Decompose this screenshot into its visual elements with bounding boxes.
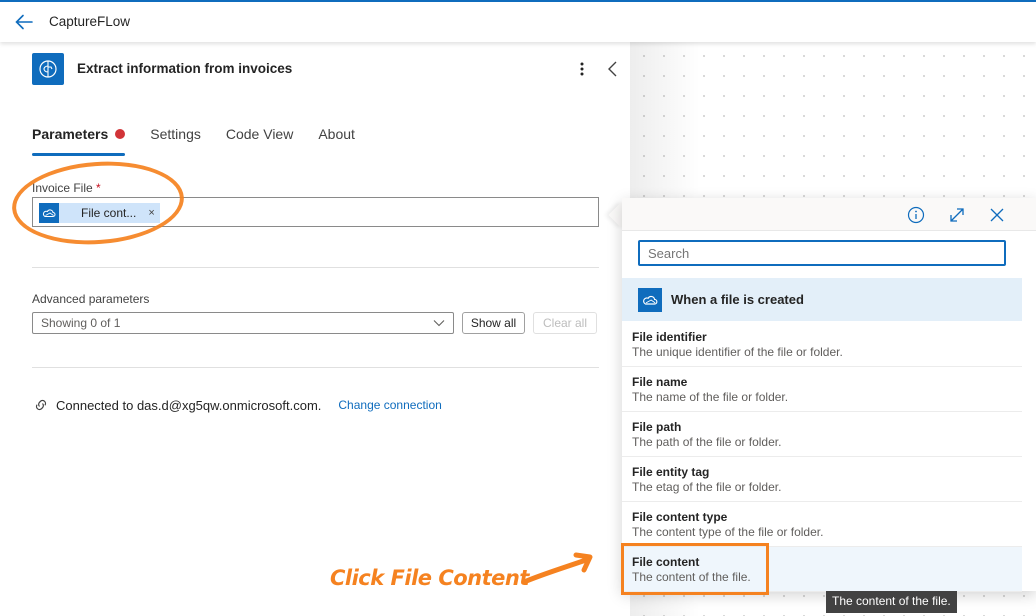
onedrive-icon: [39, 203, 59, 223]
advanced-parameters-label: Advanced parameters: [32, 292, 150, 306]
chevron-down-icon: [433, 320, 445, 327]
annotation-arrow-icon: [521, 552, 593, 585]
invoice-file-label: Invoice File *: [32, 181, 101, 195]
dynamic-content-token[interactable]: File cont... ×: [39, 203, 160, 223]
list-item-file-content-type[interactable]: File content type The content type of th…: [622, 502, 1022, 547]
chevron-left-icon: [608, 61, 617, 77]
required-marker: *: [96, 181, 101, 195]
tab-parameters[interactable]: Parameters: [32, 126, 126, 158]
back-button[interactable]: [13, 11, 35, 33]
list-item-file-name[interactable]: File name The name of the file or folder…: [622, 367, 1022, 412]
error-indicator-dot: [115, 129, 126, 139]
list-item-file-path[interactable]: File path The path of the file or folder…: [622, 412, 1022, 457]
divider: [32, 267, 599, 268]
trigger-group-header[interactable]: When a file is created: [622, 278, 1022, 321]
connection-text: Connected to das.d@xg5qw.onmicrosoft.com…: [56, 397, 322, 413]
list-item-file-entity-tag[interactable]: File entity tag The etag of the file or …: [622, 457, 1022, 502]
item-title: File content: [632, 555, 700, 569]
close-icon: [990, 208, 1004, 222]
change-connection-link[interactable]: Change connection: [338, 398, 441, 412]
tab-label: Code View: [225, 126, 294, 142]
annotation-text: Click File Content: [330, 566, 529, 590]
invoice-file-input[interactable]: File cont... ×: [32, 197, 599, 227]
label-text: Invoice File: [32, 181, 93, 195]
item-description: The etag of the file or folder.: [632, 480, 782, 494]
item-title: File identifier: [632, 330, 707, 344]
tab-label: Settings: [150, 126, 201, 142]
dynamic-content-list: File identifier The unique identifier of…: [622, 322, 1022, 592]
item-title: File path: [632, 420, 682, 434]
more-vertical-icon: [580, 62, 584, 76]
connection-info: Connected to das.d@xg5qw.onmicrosoft.com…: [33, 397, 442, 413]
search-input[interactable]: [638, 240, 1006, 266]
onedrive-icon: [638, 287, 662, 312]
tab-settings[interactable]: Settings: [150, 126, 201, 158]
expand-icon: [950, 208, 964, 222]
item-description: The path of the file or folder.: [632, 435, 782, 449]
tab-code-view[interactable]: Code View: [226, 126, 293, 158]
item-description: The name of the file or folder.: [632, 390, 789, 404]
tooltip: The content of the file.: [826, 591, 957, 613]
action-details-panel: Extract information from invoices Parame…: [0, 42, 630, 616]
collapse-panel-button[interactable]: [604, 59, 622, 79]
popup-header: [622, 198, 1036, 231]
info-button[interactable]: [906, 205, 926, 225]
list-item-file-identifier[interactable]: File identifier The unique identifier of…: [622, 322, 1022, 367]
token-label: File cont...: [81, 206, 137, 220]
item-title: File name: [632, 375, 688, 389]
top-bar: CaptureFLow: [0, 0, 1036, 42]
action-title: Extract information from invoices: [77, 61, 293, 76]
item-description: The unique identifier of the file or fol…: [632, 345, 843, 359]
item-description: The content type of the file or folder.: [632, 525, 824, 539]
ai-brain-icon: [32, 53, 64, 85]
clear-all-button: Clear all: [533, 312, 597, 334]
link-icon: [35, 399, 47, 411]
remove-token-button[interactable]: ×: [148, 207, 154, 219]
info-icon: [907, 206, 925, 224]
show-all-button[interactable]: Show all: [462, 312, 525, 334]
popup-scrollbar-track: [1022, 231, 1036, 591]
tab-about[interactable]: About: [318, 126, 355, 158]
item-title: File entity tag: [632, 465, 710, 479]
tab-bar: Parameters Settings Code View About: [32, 126, 380, 158]
select-value: Showing 0 of 1: [41, 316, 121, 330]
tab-label: Parameters: [32, 126, 109, 142]
list-item-file-content[interactable]: File content The content of the file.: [622, 547, 1022, 592]
tab-label: About: [318, 126, 355, 142]
more-options-button[interactable]: [573, 59, 591, 79]
advanced-parameters-select[interactable]: Showing 0 of 1: [32, 312, 454, 334]
item-title: File content type: [632, 510, 728, 524]
arrow-left-icon: [15, 14, 33, 30]
expand-button[interactable]: [947, 205, 967, 225]
divider: [32, 367, 599, 368]
dynamic-content-popup: When a file is created File identifier T…: [622, 198, 1036, 592]
app-title: CaptureFLow: [49, 14, 131, 29]
item-description: The content of the file.: [632, 570, 751, 584]
group-label: When a file is created: [671, 292, 804, 307]
close-button[interactable]: [987, 205, 1007, 225]
